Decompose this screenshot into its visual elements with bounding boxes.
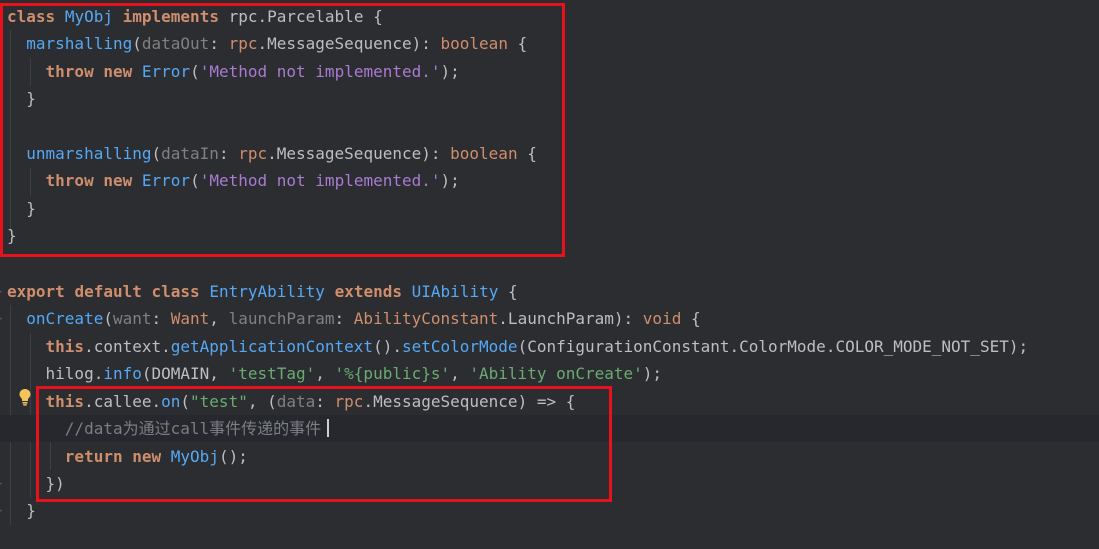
code-token: } xyxy=(7,501,36,520)
code-token: ( xyxy=(103,309,113,328)
code-token: { xyxy=(498,282,518,301)
code-token: want xyxy=(112,309,152,328)
code-token: extends xyxy=(334,282,402,301)
code-token: info xyxy=(103,364,142,383)
code-token: onCreate xyxy=(26,309,104,328)
code-token: AbilityConstant xyxy=(353,309,499,328)
code-token: ); xyxy=(642,364,663,383)
code-token: class xyxy=(151,282,200,301)
code-token: : xyxy=(334,309,354,328)
code-token: (DOMAIN, xyxy=(141,364,229,383)
code-token: : xyxy=(151,309,171,328)
code-line-text: this.context.getApplicationContext().set… xyxy=(7,333,1029,360)
code-token: default xyxy=(74,282,142,301)
code-token: .context. xyxy=(84,337,171,356)
annotation-box-callee-on xyxy=(36,386,612,502)
code-token: , xyxy=(315,364,335,383)
code-line[interactable]: hilog.info(DOMAIN, 'testTag', '%{public}… xyxy=(0,360,1099,387)
code-token: Want xyxy=(170,309,210,328)
code-line[interactable]: onCreate(want: Want, launchParam: Abilit… xyxy=(0,305,1099,332)
code-token: (). xyxy=(373,337,402,356)
code-token: { xyxy=(681,309,701,328)
code-token: getApplicationContext xyxy=(170,337,374,356)
code-token: 'testTag' xyxy=(228,364,316,383)
code-line[interactable]: this.context.getApplicationContext().set… xyxy=(0,333,1099,360)
code-line-text: } xyxy=(7,497,36,524)
code-token: EntryAbility xyxy=(209,282,325,301)
code-token: (ConfigurationConstant.ColorMode.COLOR_M… xyxy=(517,337,1029,356)
code-token: UIAbility xyxy=(411,282,499,301)
code-token: launchParam xyxy=(228,309,335,328)
code-editor[interactable]: class MyObj implements rpc.Parcelable {▸… xyxy=(0,0,1099,549)
code-token: , xyxy=(209,309,229,328)
code-line-text: onCreate(want: Want, launchParam: Abilit… xyxy=(7,305,701,332)
code-token: , xyxy=(450,364,470,383)
code-token: void xyxy=(642,309,682,328)
code-line-text: export default class EntryAbility extend… xyxy=(7,278,518,305)
code-token: '%{public}s' xyxy=(334,364,451,383)
code-line-text: hilog.info(DOMAIN, 'testTag', '%{public}… xyxy=(7,360,663,387)
lightbulb-icon[interactable] xyxy=(18,388,32,406)
fold-icon[interactable]: ▸ xyxy=(0,314,6,324)
code-token: .LaunchParam): xyxy=(498,309,643,328)
code-token: export xyxy=(7,282,65,301)
code-token: 'Ability onCreate' xyxy=(469,364,643,383)
code-token: hilog. xyxy=(7,364,104,383)
fold-icon[interactable]: ▸ xyxy=(0,479,6,489)
code-line[interactable]: export default class EntryAbility extend… xyxy=(0,278,1099,305)
fold-icon[interactable]: ▸ xyxy=(0,287,6,297)
annotation-box-myobj-class xyxy=(0,3,565,257)
fold-icon[interactable]: ▸ xyxy=(0,506,6,516)
code-token: this xyxy=(45,337,85,356)
code-token: setColorMode xyxy=(401,337,518,356)
